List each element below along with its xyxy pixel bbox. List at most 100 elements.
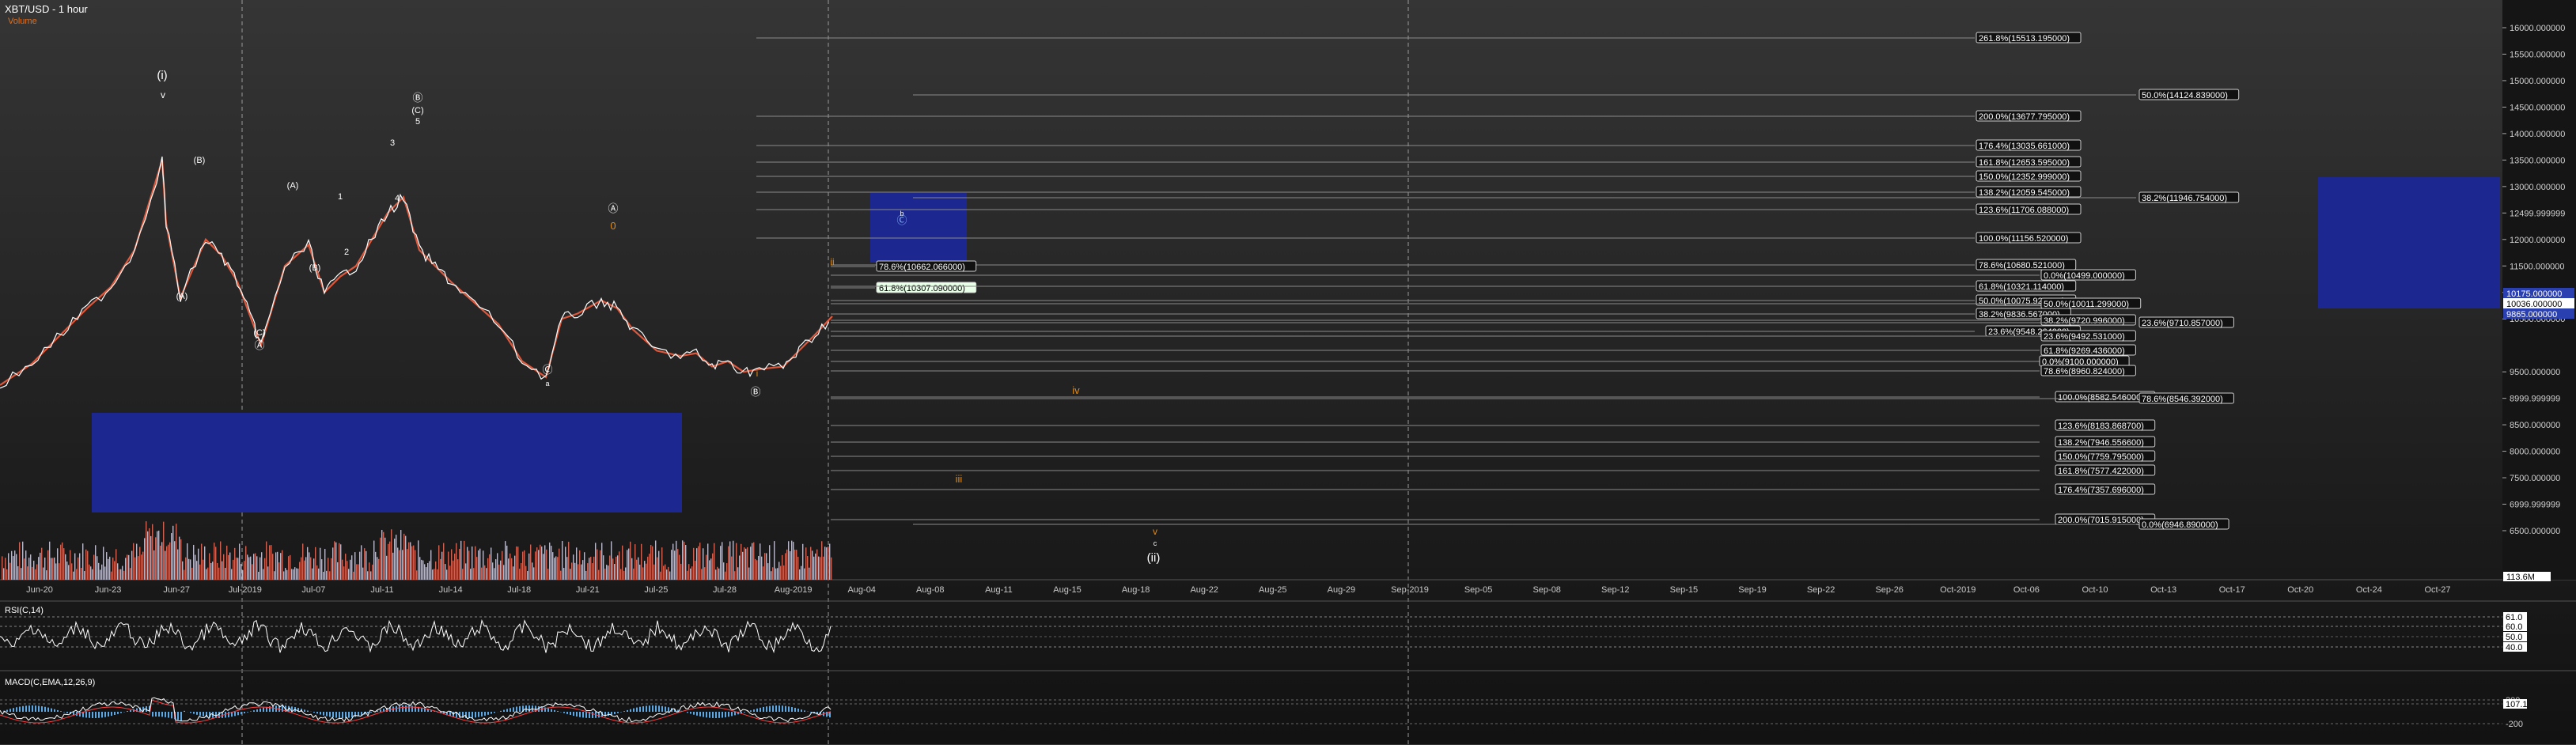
- volume-bar: [831, 557, 832, 580]
- volume-bar: [769, 545, 771, 580]
- volume-bar: [691, 566, 693, 580]
- wave-label: Ⓒ: [542, 364, 552, 376]
- fib-label: 78.6%(8960.824000): [2044, 367, 2125, 376]
- volume-bar: [41, 547, 43, 580]
- volume-bar: [196, 561, 198, 580]
- volume-bar: [630, 541, 631, 580]
- volume-bar: [324, 549, 326, 580]
- macd-histogram-bar: [47, 707, 49, 712]
- y-tick-label: 12000.000000: [2510, 236, 2565, 245]
- volume-bar: [437, 569, 438, 580]
- fib-label: 100.0%(8582.546000): [2058, 393, 2144, 403]
- volume-bars: [2, 521, 832, 580]
- volume-bar: [568, 541, 570, 580]
- volume-bar: [668, 566, 669, 580]
- macd-histogram-bar: [320, 712, 321, 715]
- macd-histogram-bar: [668, 707, 669, 712]
- volume-bar: [160, 545, 161, 580]
- volume-bar: [204, 546, 206, 580]
- macd-title: MACD(C,EMA,12,26,9): [5, 678, 95, 687]
- volume-bar: [297, 568, 299, 580]
- volume-bar: [43, 567, 44, 580]
- volume-bar: [791, 540, 793, 580]
- fib-label: 61.8%(10307.090000): [879, 284, 965, 293]
- volume-bar: [750, 546, 752, 580]
- volume-bar: [35, 569, 36, 580]
- volume-bar: [44, 557, 46, 580]
- x-tick-label: Jul-18: [507, 585, 531, 595]
- macd-histogram-bar: [177, 712, 179, 720]
- macd-histogram-bar: [190, 712, 191, 713]
- volume-bar: [187, 543, 188, 580]
- volume-bar: [682, 540, 684, 580]
- volume-bar: [253, 554, 255, 580]
- volume-bar: [134, 557, 136, 580]
- volume-bar: [6, 569, 8, 580]
- volume-bar: [780, 565, 782, 580]
- volume-bar: [804, 568, 805, 580]
- volume-bar: [293, 569, 294, 580]
- fib-label: 176.4%(7357.696000): [2058, 486, 2144, 495]
- volume-bar: [815, 553, 816, 580]
- macd-histogram-bar: [199, 712, 201, 716]
- volume-bar: [748, 567, 750, 580]
- volume-bar: [432, 569, 434, 580]
- volume-bar: [799, 569, 801, 580]
- macd-histogram-bar: [228, 712, 229, 717]
- macd-histogram-bar: [699, 712, 701, 717]
- volume-bar: [622, 545, 623, 580]
- volume-bar: [706, 554, 707, 580]
- macd-histogram-bar: [481, 712, 483, 717]
- volume-bar: [354, 552, 356, 580]
- macd-histogram-bar: [244, 712, 245, 713]
- volume-bar: [522, 551, 524, 580]
- macd-histogram-bar: [582, 712, 584, 718]
- fibonacci-levels: 261.8%(15513.195000) 50.0%(14124.839000) 2…: [756, 32, 2240, 530]
- volume-bar: [709, 560, 710, 580]
- volume-bar: [304, 560, 305, 580]
- volume-bar: [391, 529, 392, 580]
- macd-histogram-bar: [335, 712, 337, 718]
- x-tick-label: Oct-10: [2082, 585, 2108, 595]
- macd-histogram-bar: [348, 712, 350, 718]
- chart-stage: 261.8%(15513.195000) 50.0%(14124.839000) 2…: [0, 0, 2576, 745]
- y-tick-label: 13500.000000: [2510, 156, 2565, 165]
- volume-bar: [343, 566, 345, 580]
- fib-label: 23.6%(9492.531000): [2044, 332, 2125, 342]
- volume-bar: [340, 544, 342, 580]
- volume-bar: [671, 550, 672, 580]
- macd-histogram-bar: [402, 705, 403, 712]
- macd-histogram-bar: [506, 709, 508, 712]
- volume-bar: [642, 567, 644, 580]
- wave-label: Ⓐ: [254, 339, 264, 351]
- volume-bar: [90, 566, 92, 580]
- volume-bar: [541, 546, 543, 580]
- volume-bar: [283, 571, 285, 580]
- rsi-level: 50.0: [2506, 633, 2522, 642]
- volume-bar: [71, 563, 73, 580]
- volume-bar: [302, 543, 304, 580]
- volume-bar: [215, 546, 217, 580]
- macd-histogram-bar: [354, 712, 356, 717]
- fib-label: 176.4%(13035.661000): [1979, 142, 2070, 151]
- wave-label: (B): [194, 156, 206, 165]
- macd-histogram-bar: [6, 709, 8, 712]
- volume-bar: [486, 568, 487, 580]
- volume-bar: [250, 556, 252, 580]
- price-line-down: [0, 160, 833, 386]
- price-chart[interactable]: 261.8%(15513.195000) 50.0%(14124.839000) 2…: [0, 0, 2576, 745]
- volume-bar: [370, 571, 372, 580]
- volume-bar: [479, 548, 481, 580]
- volume-bar: [508, 558, 510, 580]
- volume-bar: [650, 544, 652, 580]
- volume-bar: [149, 528, 150, 580]
- volume-bar: [462, 569, 464, 580]
- volume-bar: [410, 542, 411, 580]
- macd-histogram-bar: [89, 712, 90, 718]
- volume-bar: [764, 553, 766, 580]
- volume-bar: [234, 547, 236, 580]
- wave-label: (C): [253, 328, 265, 338]
- volume-bar: [549, 543, 551, 580]
- volume-bar: [484, 565, 486, 580]
- macd-histogram-bar: [367, 712, 369, 714]
